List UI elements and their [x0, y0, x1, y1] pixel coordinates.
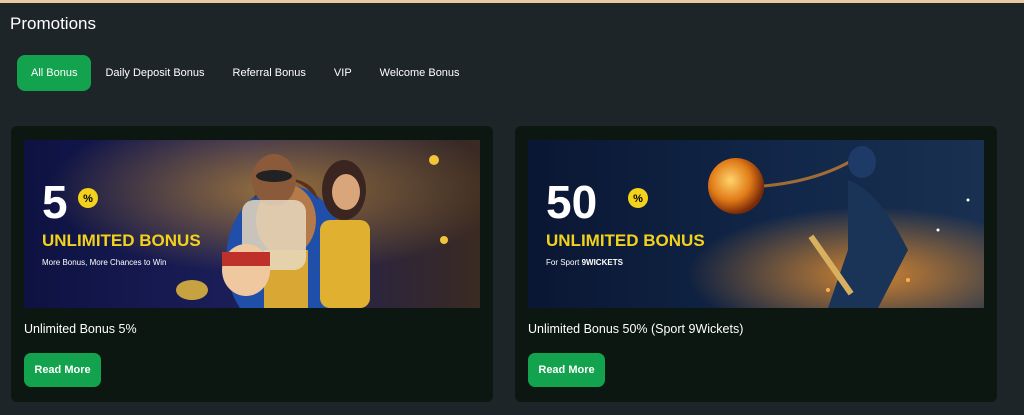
banner-number: 50 [546, 176, 597, 228]
tab-referral-bonus[interactable]: Referral Bonus [219, 55, 320, 91]
banner-subline: For Sport 9WICKETS [546, 258, 624, 267]
read-more-button[interactable]: Read More [528, 353, 605, 387]
cricket-ball-icon [708, 158, 764, 214]
tab-vip[interactable]: VIP [320, 55, 366, 91]
tab-all-bonus[interactable]: All Bonus [17, 55, 92, 91]
tab-daily-deposit-bonus[interactable]: Daily Deposit Bonus [91, 55, 218, 91]
svg-text:%: % [83, 193, 93, 205]
svg-text:%: % [633, 193, 643, 205]
tab-welcome-bonus[interactable]: Welcome Bonus [366, 55, 474, 91]
banner-subline: More Bonus, More Chances to Win [42, 258, 167, 267]
promotion-card: 50 % UNLIMITED BONUS For Sport 9WICKETS … [515, 126, 997, 402]
promotion-banner-image[interactable]: 5 % UNLIMITED BONUS More Bonus, More Cha… [24, 140, 480, 308]
promotion-title: Unlimited Bonus 5% [24, 322, 137, 336]
promotion-card: 5 % UNLIMITED BONUS More Bonus, More Cha… [11, 126, 493, 402]
banner-number: 5 [42, 176, 68, 228]
promotion-tabs: All Bonus Daily Deposit Bonus Referral B… [17, 55, 474, 91]
banner-headline: UNLIMITED BONUS [42, 231, 201, 250]
read-more-button[interactable]: Read More [24, 353, 101, 387]
banner-headline: UNLIMITED BONUS [546, 231, 705, 250]
top-accent-line [0, 0, 1024, 3]
promotion-title: Unlimited Bonus 50% (Sport 9Wickets) [528, 322, 744, 336]
page-title: Promotions [10, 14, 96, 33]
promotion-banner-image[interactable]: 50 % UNLIMITED BONUS For Sport 9WICKETS [528, 140, 984, 308]
